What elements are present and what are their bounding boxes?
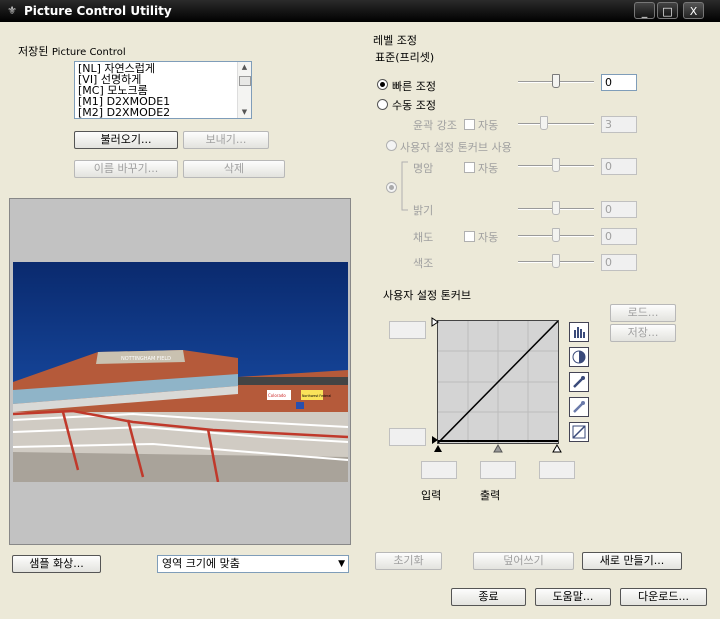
sample-photo: NOTTINGHAM FIELD Colorado Northwest Fede… bbox=[13, 262, 348, 482]
picture-control-window: ⚜ Picture Control Utility _ □ X 저장된 Pict… bbox=[0, 0, 720, 619]
curve-extra-field[interactable] bbox=[539, 461, 575, 479]
quick-adjust-value[interactable]: 0 bbox=[601, 74, 637, 91]
slider-thumb[interactable] bbox=[552, 74, 560, 88]
slider-track bbox=[518, 123, 594, 125]
saved-picture-control-label: 저장된 Picture Control bbox=[18, 43, 126, 59]
saturation-auto-checkbox[interactable] bbox=[464, 231, 475, 242]
curve-bottom-value[interactable] bbox=[389, 428, 426, 446]
contrast-circle-icon[interactable] bbox=[569, 347, 589, 367]
black-eyedropper-icon[interactable] bbox=[569, 372, 589, 392]
fit-to-area-select[interactable]: 영역 크기에 맞춤 ▼ bbox=[157, 555, 349, 573]
curve-load-button[interactable]: 로드... bbox=[610, 304, 676, 322]
saturation-value[interactable]: 0 bbox=[601, 228, 637, 245]
hue-label: 색조 bbox=[413, 257, 434, 270]
curve-save-button[interactable]: 저장... bbox=[610, 324, 676, 342]
brightness-label: 밝기 bbox=[413, 204, 434, 217]
chevron-down-icon[interactable]: ▼ bbox=[338, 556, 345, 572]
stadium-photo-svg: NOTTINGHAM FIELD Colorado Northwest Fede… bbox=[13, 262, 348, 482]
app-icon: ⚜ bbox=[7, 4, 17, 17]
hue-slider[interactable] bbox=[518, 254, 594, 270]
white-eyedropper-icon[interactable] bbox=[569, 397, 589, 417]
manual-adjust-radio[interactable] bbox=[377, 99, 388, 110]
manual-adjust-label: 수동 조정 bbox=[392, 99, 436, 112]
reset-button[interactable]: 초기화 bbox=[375, 552, 442, 570]
help-button[interactable]: 도움말... bbox=[535, 588, 611, 606]
sharpening-value[interactable]: 3 bbox=[601, 116, 637, 133]
slider-thumb[interactable] bbox=[552, 158, 560, 172]
preview-area: NOTTINGHAM FIELD Colorado Northwest Fede… bbox=[9, 198, 351, 545]
saved-label-prefix: 저장된 bbox=[18, 45, 49, 58]
contrast-brightness-radio[interactable] bbox=[386, 182, 397, 193]
saved-label-suffix: Picture Control bbox=[51, 47, 126, 58]
custom-curve-radio[interactable] bbox=[386, 140, 397, 151]
scroll-thumb[interactable] bbox=[239, 76, 251, 86]
load-button[interactable]: 불러오기... bbox=[74, 131, 178, 149]
exit-button[interactable]: 종료 bbox=[451, 588, 526, 606]
title-bar[interactable]: ⚜ Picture Control Utility _ □ X bbox=[0, 0, 720, 22]
close-icon[interactable]: X bbox=[683, 2, 704, 19]
linear-curve-icon[interactable] bbox=[569, 422, 589, 442]
contrast-auto-label: 자동 bbox=[478, 162, 499, 175]
sharpening-auto-checkbox[interactable] bbox=[464, 119, 475, 130]
brightness-value[interactable]: 0 bbox=[601, 201, 637, 218]
stadium-sign-3: Northwest Federal bbox=[302, 394, 331, 398]
contrast-auto-checkbox[interactable] bbox=[464, 162, 475, 173]
stadium-sign-2: Colorado bbox=[268, 393, 286, 398]
list-item[interactable]: [M2] D2XMODE2 bbox=[78, 107, 170, 118]
contrast-label: 명암 bbox=[413, 162, 434, 175]
slider-thumb[interactable] bbox=[552, 201, 560, 215]
sample-image-button[interactable]: 샘플 화상... bbox=[12, 555, 101, 573]
saved-picture-control-list[interactable]: [NL] 자연스럽게 [VI] 선명하게 [MC] 모노크롬 [M1] D2XM… bbox=[74, 61, 252, 119]
new-picture-control-button[interactable]: 새로 만들기... bbox=[582, 552, 682, 570]
overwrite-button[interactable]: 덮어쓰기 bbox=[473, 552, 574, 570]
maximize-icon[interactable]: □ bbox=[657, 2, 678, 19]
contrast-brightness-bracket bbox=[401, 161, 408, 211]
quick-adjust-slider[interactable] bbox=[518, 74, 594, 90]
sharpening-label: 윤곽 강조 bbox=[413, 119, 457, 132]
sharpening-auto-label: 자동 bbox=[478, 119, 499, 132]
quick-adjust-label: 빠른 조정 bbox=[392, 80, 436, 93]
hue-value[interactable]: 0 bbox=[601, 254, 637, 271]
curve-output-field[interactable] bbox=[480, 461, 516, 479]
tone-curve-svg bbox=[438, 321, 558, 443]
window-title: Picture Control Utility bbox=[24, 4, 172, 18]
scroll-up-icon[interactable]: ▲ bbox=[239, 63, 250, 72]
custom-curve-title: 사용자 설정 톤커브 bbox=[383, 289, 471, 302]
curve-handles-left[interactable] bbox=[430, 315, 442, 453]
saturation-label: 채도 bbox=[413, 231, 434, 244]
slider-thumb[interactable] bbox=[552, 228, 560, 242]
rename-button[interactable]: 이름 바꾸기... bbox=[74, 160, 178, 178]
stadium-sign-text: NOTTINGHAM FIELD bbox=[121, 356, 171, 362]
histogram-icon[interactable] bbox=[569, 322, 589, 342]
slider-thumb[interactable] bbox=[552, 254, 560, 268]
saturation-auto-label: 자동 bbox=[478, 231, 499, 244]
download-button[interactable]: 다운로드... bbox=[620, 588, 707, 606]
curve-input-label: 입력 bbox=[421, 489, 442, 502]
saturation-slider[interactable] bbox=[518, 228, 594, 244]
minimize-icon[interactable]: _ bbox=[634, 2, 655, 19]
curve-output-label: 출력 bbox=[480, 489, 501, 502]
export-button[interactable]: 보내기... bbox=[183, 131, 269, 149]
curve-top-value[interactable] bbox=[389, 321, 426, 339]
fit-option-label: 영역 크기에 맞춤 bbox=[162, 557, 240, 570]
sharpening-slider[interactable] bbox=[518, 116, 594, 132]
level-subtitle: 표준(프리셋) bbox=[375, 51, 435, 64]
level-title: 레벨 조정 bbox=[373, 34, 417, 47]
custom-curve-use-label: 사용자 설정 톤커브 사용 bbox=[400, 141, 512, 154]
slider-thumb[interactable] bbox=[540, 116, 548, 130]
scroll-down-icon[interactable]: ▼ bbox=[239, 108, 250, 117]
delete-button[interactable]: 삭제 bbox=[183, 160, 285, 178]
contrast-slider[interactable] bbox=[518, 158, 594, 174]
list-scrollbar[interactable]: ▲ ▼ bbox=[237, 62, 251, 118]
curve-handles-bottom[interactable] bbox=[430, 442, 566, 454]
contrast-value[interactable]: 0 bbox=[601, 158, 637, 175]
curve-input-field[interactable] bbox=[421, 461, 457, 479]
quick-adjust-radio[interactable] bbox=[377, 79, 388, 90]
tone-curve-graph[interactable] bbox=[437, 320, 559, 444]
brightness-slider[interactable] bbox=[518, 201, 594, 217]
